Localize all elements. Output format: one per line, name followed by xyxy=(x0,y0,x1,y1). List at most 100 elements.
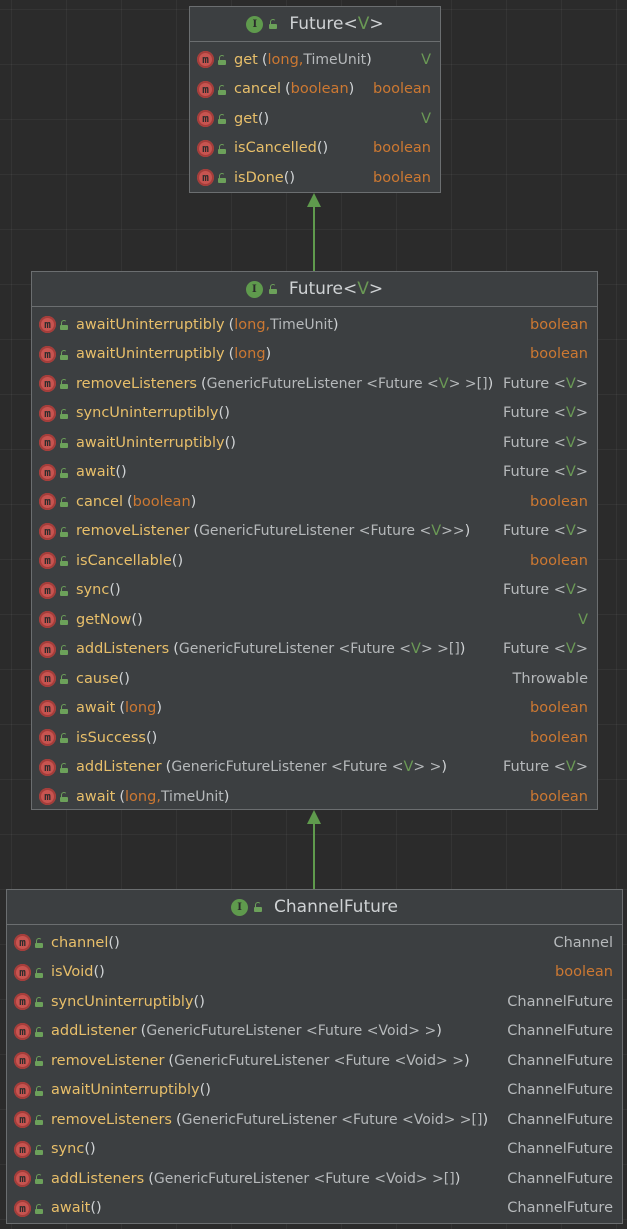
method-name: removeListeners xyxy=(51,1111,172,1128)
close-paren: ) xyxy=(463,1052,470,1069)
class-box-future-netty[interactable]: I Future<V> m awaitUninterruptibly(long, T… xyxy=(31,271,598,810)
method-row-addListeners[interactable]: m addListeners(GenericFutureListener <Fut… xyxy=(7,1164,622,1194)
method-icon: m xyxy=(39,404,56,422)
method-row-sync[interactable]: m sync() ChannelFuture xyxy=(7,1135,622,1165)
method-row-await[interactable]: m await(long, TimeUnit) boolean xyxy=(32,782,597,812)
param-prim: long, xyxy=(267,51,304,68)
param-prim: long, xyxy=(234,316,271,333)
class-box-future-java[interactable]: I Future<V> m get(long, TimeUnit) Vm cancel(… xyxy=(189,6,441,193)
close-paren: ) xyxy=(121,464,127,481)
method-name: removeListener xyxy=(51,1052,165,1069)
return-type: ChannelFuture xyxy=(507,1141,613,1158)
method-icon: m xyxy=(39,611,56,629)
method-row-get[interactable]: m get() V xyxy=(190,104,440,134)
close-paren: ) xyxy=(124,670,130,687)
close-paren: ) xyxy=(224,405,230,422)
method-row-get[interactable]: m get(long, TimeUnit) V xyxy=(190,45,440,75)
method-row-await[interactable]: m await(long) boolean xyxy=(32,694,597,724)
public-lock-icon xyxy=(60,615,68,626)
return-type-param: V xyxy=(565,641,576,658)
method-name: cancel xyxy=(234,81,281,98)
method-row-addListener[interactable]: m addListener(GenericFutureListener <Futu… xyxy=(32,753,597,783)
return-type-param: V xyxy=(565,405,576,422)
method-name: addListeners xyxy=(76,641,170,658)
public-lock-icon xyxy=(268,283,277,294)
public-lock-icon xyxy=(60,733,68,744)
return-type: boolean xyxy=(373,81,431,98)
method-row-syncUninterruptibly[interactable]: m syncUninterruptibly() ChannelFuture xyxy=(7,987,622,1017)
close-paren: ) xyxy=(464,523,471,540)
method-row-cancel[interactable]: m cancel(boolean) boolean xyxy=(190,75,440,105)
close-paren: ) xyxy=(487,375,494,392)
return-type: boolean xyxy=(373,140,431,157)
method-icon: m xyxy=(39,345,56,363)
return-type: Future <V> xyxy=(503,435,588,451)
method-row-isSuccess[interactable]: m isSuccess() boolean xyxy=(32,723,597,753)
method-row-await[interactable]: m await() ChannelFuture xyxy=(7,1194,622,1224)
return-type-text: Future < xyxy=(502,582,566,599)
public-lock-icon xyxy=(60,438,68,449)
method-row-cancel[interactable]: m cancel(boolean) boolean xyxy=(32,487,597,517)
return-type: boolean xyxy=(555,964,613,981)
method-row-awaitUninterruptibly[interactable]: m awaitUninterruptibly() ChannelFuture xyxy=(7,1076,622,1106)
public-lock-icon xyxy=(60,556,68,567)
method-row-removeListener[interactable]: m removeListener(GenericFutureListener <F… xyxy=(7,1046,622,1076)
method-row-isVoid[interactable]: m isVoid() boolean xyxy=(7,958,622,988)
class-title: Future<V> xyxy=(289,279,383,299)
method-name: sync xyxy=(51,1141,85,1158)
method-row-removeListeners[interactable]: m removeListeners(GenericFutureListener <… xyxy=(7,1105,622,1135)
public-lock-icon xyxy=(35,967,43,978)
public-lock-icon xyxy=(60,526,68,537)
return-type-text: Future < xyxy=(502,434,566,451)
extends-arrow-head-2 xyxy=(307,810,321,824)
class-box-channel-future[interactable]: I ChannelFuture m channel() Channel m isVoid(… xyxy=(6,889,623,1224)
method-icon: m xyxy=(39,581,56,599)
method-row-removeListeners[interactable]: m removeListeners(GenericFutureListener <… xyxy=(32,369,597,399)
close-paren: ) xyxy=(114,934,120,951)
param-ref: TimeUnit xyxy=(160,788,224,805)
method-row-isCancellable[interactable]: m isCancellable() boolean xyxy=(32,546,597,576)
return-type: boolean xyxy=(530,552,588,569)
method-row-getNow[interactable]: m getNow() V xyxy=(32,605,597,635)
close-paren: ) xyxy=(151,729,158,746)
method-name: channel xyxy=(51,934,109,951)
class-name: Future xyxy=(289,14,344,34)
method-row-addListener[interactable]: m addListener(GenericFutureListener <Futu… xyxy=(7,1017,622,1047)
method-row-cause[interactable]: m cause() Throwable xyxy=(32,664,597,694)
return-type-text: Future < xyxy=(502,523,566,540)
method-list: m channel() Channel m isVoid() boolean m syncUn… xyxy=(7,925,622,1223)
method-icon: m xyxy=(39,758,56,776)
return-type-param: V xyxy=(565,464,576,481)
method-row-syncUninterruptibly[interactable]: m syncUninterruptibly() Future <V> xyxy=(32,399,597,429)
method-row-sync[interactable]: m sync() Future <V> xyxy=(32,576,597,606)
method-name: await xyxy=(76,464,116,481)
method-row-awaitUninterruptibly[interactable]: m awaitUninterruptibly() Future <V> xyxy=(32,428,597,458)
method-row-isDone[interactable]: m isDone() boolean xyxy=(190,163,440,193)
return-type: ChannelFuture xyxy=(507,1170,613,1187)
method-name: addListener xyxy=(51,1023,137,1040)
method-row-removeListener[interactable]: m removeListener(GenericFutureListener <F… xyxy=(32,517,597,547)
return-type-text: > xyxy=(575,759,588,776)
return-type-param: V xyxy=(565,582,576,599)
return-type-text: > xyxy=(575,641,588,658)
param-prim: long xyxy=(125,700,157,717)
method-icon: m xyxy=(14,1081,31,1099)
method-row-channel[interactable]: m channel() Channel xyxy=(7,928,622,958)
method-row-addListeners[interactable]: m addListeners(GenericFutureListener <Fut… xyxy=(32,635,597,665)
param-tparam: V xyxy=(403,759,414,776)
method-row-await[interactable]: m await() Future <V> xyxy=(32,458,597,488)
public-lock-icon xyxy=(60,379,68,390)
method-icon: m xyxy=(14,1140,31,1158)
title-punct: < xyxy=(343,14,358,34)
method-icon: m xyxy=(39,316,56,334)
return-type-text: Future < xyxy=(502,641,566,658)
method-row-isCancelled[interactable]: m isCancelled() boolean xyxy=(190,134,440,164)
method-row-awaitUninterruptibly[interactable]: m awaitUninterruptibly(long) boolean xyxy=(32,340,597,370)
return-type: boolean xyxy=(373,169,431,186)
return-type: ChannelFuture xyxy=(507,1052,613,1069)
method-icon: m xyxy=(14,1199,31,1217)
method-name: sync xyxy=(76,582,110,599)
close-paren: ) xyxy=(348,81,355,98)
return-type: Channel xyxy=(553,934,613,951)
method-row-awaitUninterruptibly[interactable]: m awaitUninterruptibly(long, TimeUnit) boo… xyxy=(32,310,597,340)
